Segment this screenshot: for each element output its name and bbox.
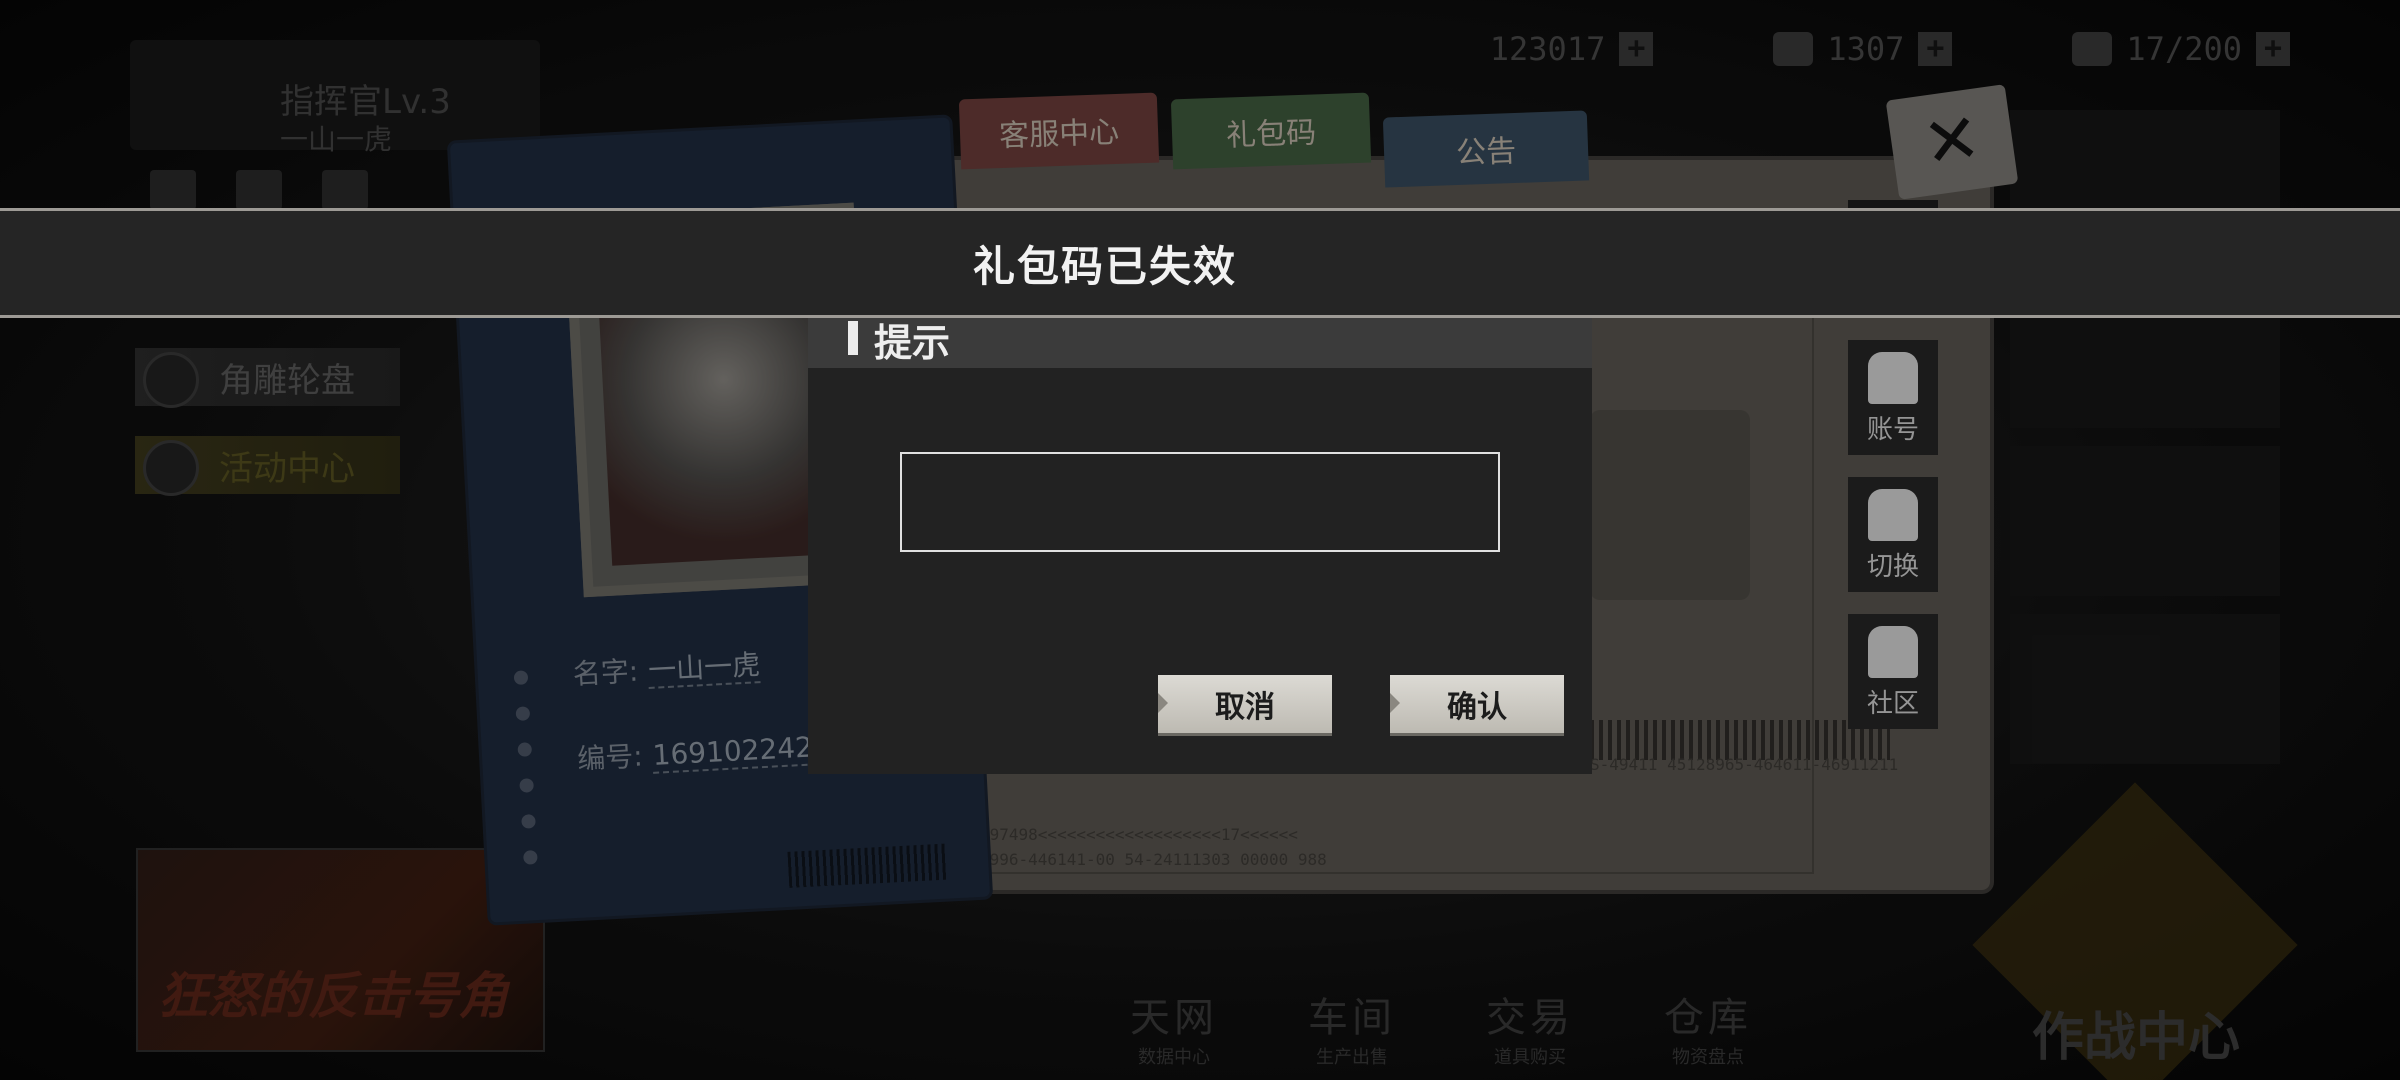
cancel-button-label: 取消 (1215, 690, 1275, 725)
toast-message: 礼包码已失效 (972, 241, 1237, 291)
game-screen: 123017 + 1307 + 17/200 + 指挥官Lv.3 一山一虎 角雕… (0, 0, 2400, 1080)
cancel-button[interactable]: 取消 (1158, 675, 1332, 733)
confirm-button-label: 确认 (1447, 690, 1507, 725)
dialog-header: 提示 (808, 318, 1592, 368)
prompt-dialog: 提示 取消 确认 (808, 318, 1592, 774)
dialog-title: 提示 (874, 321, 951, 365)
gift-code-input[interactable] (900, 452, 1500, 552)
title-accent-bar (848, 321, 858, 355)
toast-notification: 礼包码已失效 (0, 208, 2400, 318)
confirm-button[interactable]: 确认 (1390, 675, 1564, 733)
